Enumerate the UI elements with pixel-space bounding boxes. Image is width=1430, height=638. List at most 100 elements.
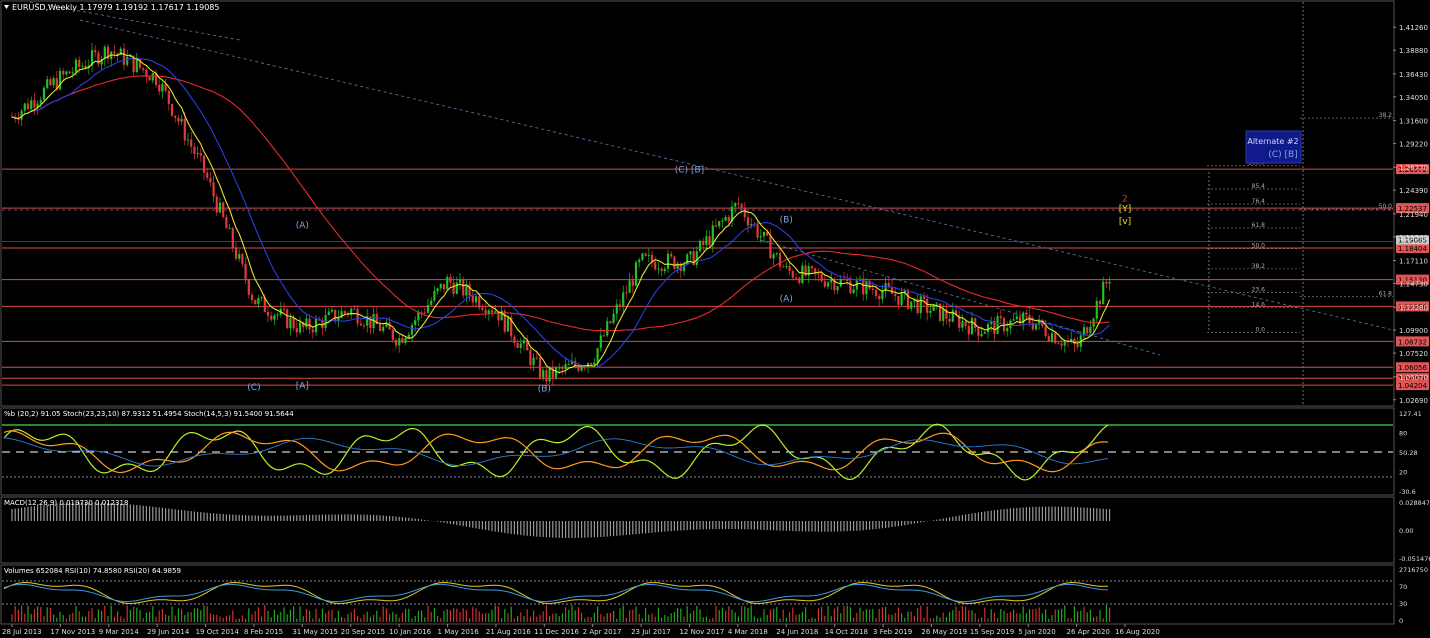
time-tick-label: 10 Jan 2016 [389,628,432,636]
level-price-label: 1.18404 [1398,245,1427,253]
candle-body [452,282,455,294]
candle-body [23,103,26,111]
candle-body [270,315,273,320]
candle-body [590,363,593,365]
price-tick-label: 1.21940 [1399,211,1428,219]
fib-label: 61.8 [1252,222,1266,229]
candle-body [657,268,660,270]
candle-body [46,79,49,88]
candle-body [743,207,746,218]
stoch-tick-label: -30.6 [1399,488,1416,496]
candle-body [362,325,366,327]
candle-body [871,288,874,290]
candle-body [794,277,798,279]
stoch-tick-label: 127.41 [1399,410,1422,418]
candle-body [442,283,446,290]
candle-body [705,236,708,245]
candle-body [212,182,215,197]
candle-body [538,357,542,378]
candle-body [1102,281,1105,305]
candle-body [423,312,426,314]
candle-body [218,202,222,213]
candle-body [26,103,30,110]
candle-body [478,296,481,308]
candle-body [126,57,129,65]
candle-body [142,67,145,70]
candle-body [471,295,474,303]
candle-body [612,313,615,324]
candle-body [289,317,292,329]
candle-body [1098,300,1102,305]
candle-body [769,235,772,259]
candle-body [778,253,782,267]
candle-body [996,316,999,334]
chart-background [0,0,1430,638]
wave-label: (B) [780,215,793,225]
candle-body [484,309,487,314]
candle-body [839,279,842,287]
candle-body [618,304,622,307]
candle-body [644,253,647,256]
candle-body [254,299,257,305]
candle-body [222,202,225,217]
candle-body [1063,341,1066,346]
candle-body [926,298,929,313]
candle-body [308,318,311,330]
time-tick-label: 5 Jan 2020 [1018,628,1056,636]
candle-body [714,225,718,227]
rsi-tick-label: 0 [1399,617,1403,625]
candle-body [487,310,490,314]
candle-body [30,100,33,110]
macd-tick-label: 0.00 [1399,527,1413,535]
candle-body [228,228,231,230]
candle-body [417,312,420,321]
candle-body [756,224,759,238]
candle-body [282,308,286,310]
candle-body [641,253,644,260]
wave-label: 2 [1122,195,1128,205]
price-tick-label: 1.34050 [1399,94,1428,102]
candle-body [986,324,990,333]
candle-body [820,274,823,282]
wave-label: (B) [538,384,551,394]
candle-body [391,329,394,340]
candle-body [951,310,954,322]
candle-body [295,328,298,333]
eurusd-weekly-chart: 1.265721.225371.184041.151301.123581.087… [0,0,1430,638]
candle-body [78,59,81,67]
candle-body [74,59,78,73]
candle-body [113,51,116,54]
rsi-panel-label: Volumes 652084 RSI(10) 74.8580 RSI(20) 6… [4,567,181,575]
candle-body [225,216,228,229]
candle-body [148,76,151,81]
candle-body [897,296,900,305]
candle-body [852,289,855,294]
candle-body [622,292,625,307]
candle-body [513,336,516,344]
stoch-tick-label: 50.28 [1399,449,1418,457]
time-tick-label: 21 Aug 2016 [486,628,531,636]
candle-body [298,322,302,333]
candle-body [1025,312,1028,315]
candle-body [436,288,439,292]
stoch-panel-label: %b (20,2) 91.05 Stoch(23,23,10) 87.9312 … [4,410,294,418]
candle-body [682,264,686,272]
candle-body [305,318,308,328]
candle-body [39,99,42,104]
candle-body [654,262,657,270]
candle-body [942,309,945,321]
candle-body [721,220,724,222]
candle-body [823,281,826,287]
candle-body [292,317,295,329]
candle-body [817,273,820,275]
price-tick-label: 1.24390 [1399,187,1428,195]
fib-right-label: 61.8 [1379,291,1393,298]
candle-body [257,298,260,305]
price-tick-label: 1.41260 [1399,24,1428,32]
fib-right-label: 38.2 [1379,112,1393,119]
candle-body [474,296,478,303]
candle-body [698,240,702,252]
candle-body [273,315,276,320]
candle-body [359,323,362,326]
candle-body [1057,343,1060,345]
